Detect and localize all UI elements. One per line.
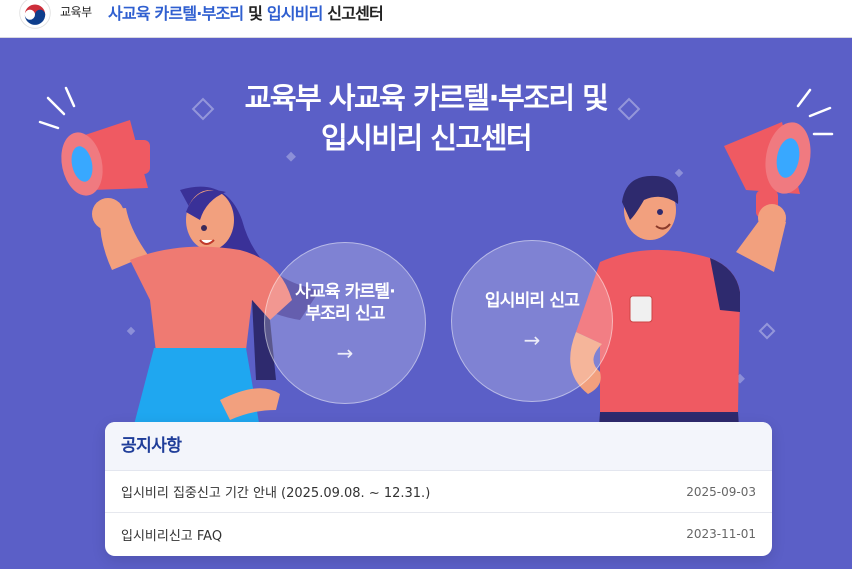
site-title-part: 및 (243, 4, 267, 23)
admission-fraud-report-button[interactable]: 입시비리 신고 → (451, 240, 613, 402)
notice-header: 공지사항 (105, 422, 772, 471)
hero-title: 교육부 사교육 카르텔·부조리 및 입시비리 신고센터 (0, 78, 852, 158)
site-title-part: 신고센터 (322, 4, 383, 23)
notice-item[interactable]: 입시비리신고 FAQ 2023-11-01 (105, 513, 772, 555)
notice-item-title: 입시비리신고 FAQ (121, 528, 223, 544)
notice-item-title: 입시비리 집중신고 기간 안내 (2025.09.08. ~ 12.31.) (121, 486, 431, 501)
arrow-right-icon: → (336, 341, 354, 365)
notice-item-date: 2023-11-01 (686, 527, 756, 541)
notice-board: 공지사항 입시비리 집중신고 기간 안내 (2025.09.08. ~ 12.3… (105, 422, 772, 556)
admission-fraud-report-label: 입시비리 신고 (484, 291, 580, 311)
ministry-logo[interactable] (18, 0, 52, 30)
taegeuk-logo-icon (19, 0, 51, 29)
hero-title-line: 입시비리 신고센터 (320, 121, 533, 155)
notice-item-date: 2025-09-03 (686, 484, 756, 499)
site-header: 교육부 사교육 카르텔·부조리 및 입시비리 신고센터 (0, 0, 852, 38)
private-education-report-button[interactable]: 사교육 카르텔· 부조리 신고 → (264, 242, 426, 404)
ministry-name: 교육부 (60, 5, 92, 19)
hero-title-line: 교육부 사교육 카르텔·부조리 및 (244, 81, 609, 115)
site-title-part: 사교육 카르텔·부조리 (108, 4, 244, 23)
arrow-right-icon: → (523, 328, 541, 352)
notice-title[interactable]: 공지사항 (121, 431, 756, 456)
notice-item[interactable]: 입시비리 집중신고 기간 안내 (2025.09.08. ~ 12.31.) 2… (105, 471, 772, 513)
site-title[interactable]: 사교육 카르텔·부조리 및 입시비리 신고센터 (108, 0, 384, 24)
private-education-report-label: 사교육 카르텔· 부조리 신고 (295, 282, 396, 324)
site-title-part: 입시비리 (266, 4, 323, 23)
